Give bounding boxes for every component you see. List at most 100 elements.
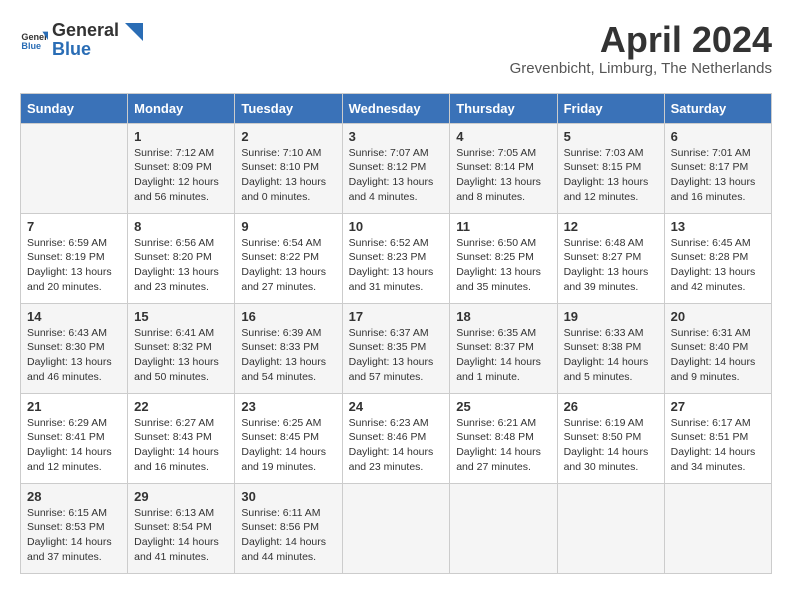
day-info: Sunrise: 6:19 AMSunset: 8:50 PMDaylight:…	[564, 416, 658, 475]
day-info: Sunrise: 6:27 AMSunset: 8:43 PMDaylight:…	[134, 416, 228, 475]
day-info: Sunrise: 6:21 AMSunset: 8:48 PMDaylight:…	[456, 416, 550, 475]
logo: General Blue General Blue	[20, 20, 143, 60]
day-info: Sunrise: 6:31 AMSunset: 8:40 PMDaylight:…	[671, 326, 765, 385]
calendar-cell: 27 Sunrise: 6:17 AMSunset: 8:51 PMDayligh…	[664, 393, 771, 483]
calendar-cell: 10Sunrise: 6:52 AMSunset: 8:23 PMDayligh…	[342, 213, 450, 303]
day-number: 25	[456, 399, 550, 414]
calendar-cell: 25 Sunrise: 6:21 AMSunset: 8:48 PMDayligh…	[450, 393, 557, 483]
calendar-cell: 7 Sunrise: 6:59 AMSunset: 8:19 PMDaylight…	[21, 213, 128, 303]
day-info: Sunrise: 6:59 AMSunset: 8:19 PMDaylight:…	[27, 236, 121, 295]
calendar-cell: 12 Sunrise: 6:48 AMSunset: 8:27 PMDayligh…	[557, 213, 664, 303]
day-number: 13	[671, 219, 765, 234]
calendar-cell: 4 Sunrise: 7:05 AMSunset: 8:14 PMDaylight…	[450, 123, 557, 213]
day-number: 10	[349, 219, 444, 234]
calendar-cell: 22Sunrise: 6:27 AMSunset: 8:43 PMDayligh…	[128, 393, 235, 483]
logo-blue-text: Blue	[52, 39, 143, 60]
day-number: 19	[564, 309, 658, 324]
day-number: 27	[671, 399, 765, 414]
main-title: April 2024	[510, 20, 772, 60]
day-number: 15	[134, 309, 228, 324]
calendar-cell: 3Sunrise: 7:07 AMSunset: 8:12 PMDaylight…	[342, 123, 450, 213]
calendar-cell: 20 Sunrise: 6:31 AMSunset: 8:40 PMDayligh…	[664, 303, 771, 393]
header-wednesday: Wednesday	[342, 93, 450, 123]
day-info: Sunrise: 6:15 AMSunset: 8:53 PMDaylight:…	[27, 506, 121, 565]
calendar-week-row: 7 Sunrise: 6:59 AMSunset: 8:19 PMDaylight…	[21, 213, 772, 303]
day-number: 9	[241, 219, 335, 234]
calendar-cell	[664, 483, 771, 573]
day-info: Sunrise: 6:56 AMSunset: 8:20 PMDaylight:…	[134, 236, 228, 295]
day-number: 24	[349, 399, 444, 414]
day-number: 8	[134, 219, 228, 234]
header-sunday: Sunday	[21, 93, 128, 123]
day-number: 20	[671, 309, 765, 324]
calendar-cell: 13 Sunrise: 6:45 AMSunset: 8:28 PMDayligh…	[664, 213, 771, 303]
header-saturday: Saturday	[664, 93, 771, 123]
day-info: Sunrise: 6:17 AMSunset: 8:51 PMDaylight:…	[671, 416, 765, 475]
calendar-cell: 18Sunrise: 6:35 AMSunset: 8:37 PMDayligh…	[450, 303, 557, 393]
day-number: 12	[564, 219, 658, 234]
day-info: Sunrise: 6:45 AMSunset: 8:28 PMDaylight:…	[671, 236, 765, 295]
calendar-cell: 1Sunrise: 7:12 AMSunset: 8:09 PMDaylight…	[128, 123, 235, 213]
calendar-table: SundayMondayTuesdayWednesdayThursdayFrid…	[20, 93, 772, 574]
calendar-cell: 15 Sunrise: 6:41 AMSunset: 8:32 PMDayligh…	[128, 303, 235, 393]
calendar-cell: 26 Sunrise: 6:19 AMSunset: 8:50 PMDayligh…	[557, 393, 664, 483]
day-number: 17	[349, 309, 444, 324]
day-number: 26	[564, 399, 658, 414]
logo-general-text: General	[52, 20, 143, 41]
day-number: 4	[456, 129, 550, 144]
calendar-cell: 29Sunrise: 6:13 AMSunset: 8:54 PMDayligh…	[128, 483, 235, 573]
calendar-cell: 23 Sunrise: 6:25 AMSunset: 8:45 PMDayligh…	[235, 393, 342, 483]
calendar-cell: 2Sunrise: 7:10 AMSunset: 8:10 PMDaylight…	[235, 123, 342, 213]
calendar-cell: 11 Sunrise: 6:50 AMSunset: 8:25 PMDayligh…	[450, 213, 557, 303]
day-number: 11	[456, 219, 550, 234]
day-info: Sunrise: 6:37 AMSunset: 8:35 PMDaylight:…	[349, 326, 444, 385]
header-friday: Friday	[557, 93, 664, 123]
calendar-cell: 30 Sunrise: 6:11 AMSunset: 8:56 PMDayligh…	[235, 483, 342, 573]
day-info: Sunrise: 6:54 AMSunset: 8:22 PMDaylight:…	[241, 236, 335, 295]
day-number: 6	[671, 129, 765, 144]
calendar-cell: 24 Sunrise: 6:23 AMSunset: 8:46 PMDayligh…	[342, 393, 450, 483]
calendar-week-row: 14 Sunrise: 6:43 AMSunset: 8:30 PMDayligh…	[21, 303, 772, 393]
day-info: Sunrise: 6:39 AMSunset: 8:33 PMDaylight:…	[241, 326, 335, 385]
day-info: Sunrise: 6:43 AMSunset: 8:30 PMDaylight:…	[27, 326, 121, 385]
header-thursday: Thursday	[450, 93, 557, 123]
day-info: Sunrise: 6:41 AMSunset: 8:32 PMDaylight:…	[134, 326, 228, 385]
calendar-cell: 6 Sunrise: 7:01 AMSunset: 8:17 PMDaylight…	[664, 123, 771, 213]
calendar-cell	[21, 123, 128, 213]
day-number: 7	[27, 219, 121, 234]
header-tuesday: Tuesday	[235, 93, 342, 123]
logo-icon: General Blue	[20, 26, 48, 54]
calendar-cell	[450, 483, 557, 573]
title-block: April 2024 Grevenbicht, Limburg, The Net…	[510, 20, 772, 77]
day-info: Sunrise: 6:25 AMSunset: 8:45 PMDaylight:…	[241, 416, 335, 475]
calendar-cell: 28Sunrise: 6:15 AMSunset: 8:53 PMDayligh…	[21, 483, 128, 573]
day-number: 2	[241, 129, 335, 144]
day-info: Sunrise: 6:50 AMSunset: 8:25 PMDaylight:…	[456, 236, 550, 295]
day-number: 30	[241, 489, 335, 504]
calendar-cell: 16Sunrise: 6:39 AMSunset: 8:33 PMDayligh…	[235, 303, 342, 393]
day-number: 14	[27, 309, 121, 324]
day-info: Sunrise: 6:23 AMSunset: 8:46 PMDaylight:…	[349, 416, 444, 475]
calendar-week-row: 21Sunrise: 6:29 AMSunset: 8:41 PMDayligh…	[21, 393, 772, 483]
day-info: Sunrise: 6:11 AMSunset: 8:56 PMDaylight:…	[241, 506, 335, 565]
day-info: Sunrise: 7:05 AMSunset: 8:14 PMDaylight:…	[456, 146, 550, 205]
calendar-cell	[557, 483, 664, 573]
day-info: Sunrise: 6:48 AMSunset: 8:27 PMDaylight:…	[564, 236, 658, 295]
calendar-header-row: SundayMondayTuesdayWednesdayThursdayFrid…	[21, 93, 772, 123]
calendar-cell: 21Sunrise: 6:29 AMSunset: 8:41 PMDayligh…	[21, 393, 128, 483]
day-info: Sunrise: 6:29 AMSunset: 8:41 PMDaylight:…	[27, 416, 121, 475]
day-number: 23	[241, 399, 335, 414]
day-number: 18	[456, 309, 550, 324]
calendar-cell: 5 Sunrise: 7:03 AMSunset: 8:15 PMDaylight…	[557, 123, 664, 213]
svg-text:Blue: Blue	[21, 41, 41, 51]
day-info: Sunrise: 7:12 AMSunset: 8:09 PMDaylight:…	[134, 146, 228, 205]
calendar-cell: 8 Sunrise: 6:56 AMSunset: 8:20 PMDaylight…	[128, 213, 235, 303]
calendar-cell: 17 Sunrise: 6:37 AMSunset: 8:35 PMDayligh…	[342, 303, 450, 393]
day-number: 5	[564, 129, 658, 144]
day-info: Sunrise: 7:03 AMSunset: 8:15 PMDaylight:…	[564, 146, 658, 205]
day-number: 3	[349, 129, 444, 144]
page-header: General Blue General Blue April 2024 Gre…	[20, 20, 772, 77]
logo-triangle-icon	[125, 23, 143, 41]
day-info: Sunrise: 7:01 AMSunset: 8:17 PMDaylight:…	[671, 146, 765, 205]
day-info: Sunrise: 6:13 AMSunset: 8:54 PMDaylight:…	[134, 506, 228, 565]
